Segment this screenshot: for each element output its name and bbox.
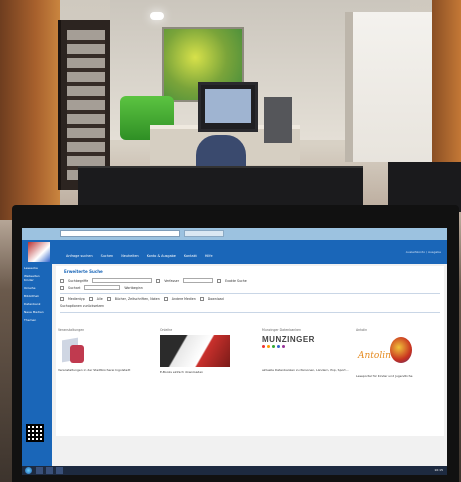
shape [70,345,84,363]
page-title: Erweiterte Suche [64,269,103,274]
sidebar-item[interactable]: Leseecke [22,264,52,272]
checkbox[interactable] [106,297,111,301]
nav-item[interactable]: Kontakt [184,254,197,258]
teaser-munzinger[interactable]: Munzinger Datenbanken MUNZINGER aktuelle… [262,328,352,408]
events-image [58,335,88,365]
teaser-title: Munzinger Datenbanken [262,328,302,332]
search-row-reset: Suchoptionen zurücksetzen [60,304,104,308]
pc-tower [264,97,292,143]
radio-button[interactable] [60,285,64,290]
rooster-icon [390,337,412,363]
munzinger-logo-text: MUNZINGER [262,335,315,344]
munzinger-dots [262,345,322,348]
checkbox[interactable] [60,297,64,301]
sidebar-item[interactable]: Onleihe [22,284,52,292]
browser-tab[interactable] [184,230,224,237]
far-monitor [198,82,258,132]
shape [282,345,285,348]
radio-button[interactable] [60,278,64,283]
wooden-wall-left [0,0,60,220]
teaser-text: E-Books einfach downloaden [160,370,204,374]
shape [262,345,265,348]
main-content: Erweiterte Suche Suchbegriffe Verfasser … [56,266,444,436]
media-icon[interactable] [56,467,63,474]
windows-taskbar: 10:15 [22,466,447,475]
sidebar-item[interactable]: Themen [22,316,52,324]
teaser-title: Antolin [356,328,368,332]
field-label: Medientyp [68,297,85,301]
teaser-antolin[interactable]: Antolin Antolin Leseportal für Kinder un… [356,328,446,408]
field-label: Download [207,297,224,301]
site-header: Anfrage suchen Suchen Neuheiten Konto & … [22,240,447,264]
ceiling-light [150,12,164,20]
nav-item[interactable]: Konto & Ausgabe [147,254,176,258]
window [345,12,433,162]
search-row-terms: Suchbegriffe Verfasser Exakte Suche [60,278,247,283]
checkbox[interactable] [88,297,93,301]
munzinger-logo: MUNZINGER [262,335,322,359]
checkbox[interactable] [217,278,222,283]
explorer-icon[interactable] [46,467,53,474]
checkbox[interactable] [199,297,204,301]
author-input[interactable] [183,278,214,283]
nav-item[interactable]: Suchen [101,254,114,258]
tablet-image [160,335,230,367]
select-value: Wortbeginn [124,285,143,290]
bookshelf [58,20,110,190]
field-label: Andere Medien [171,297,196,301]
search-input[interactable] [92,278,153,283]
browser-toolbar [22,228,447,240]
field-label: Exakte Suche [225,278,247,283]
reset-link[interactable]: Suchoptionen zurücksetzen [60,304,104,308]
header-account-link[interactable]: Ausleihkonto / Ausgabe [406,250,441,254]
teaser-text: Leseportal für Kinder und Jugendliche [356,374,413,378]
teaser-events[interactable]: Veranstaltungen Veranstaltungen in der S… [58,328,148,408]
teaser-onleihe[interactable]: Onleihe E-Books einfach downloaden [160,328,250,408]
divider [60,312,440,313]
divider [60,293,440,294]
address-bar[interactable] [60,230,180,237]
antolin-logo: Antolin [356,335,420,371]
start-button-icon[interactable] [25,467,32,474]
monitor-screen: Anfrage suchen Suchen Neuheiten Konto & … [22,228,447,475]
header-nav: Anfrage suchen Suchen Neuheiten Konto & … [66,254,213,258]
foreground-monitor: Anfrage suchen Suchen Neuheiten Konto & … [12,205,459,482]
field-label: Suchbegriffe [68,278,89,283]
sidebar-item[interactable]: Datenbank [22,300,52,308]
teaser-text: aktuelle Datenbanken zu Personen, Länder… [262,368,349,372]
qr-code [26,424,44,442]
nav-item[interactable]: Hilfe [205,254,213,258]
sidebar-item[interactable]: Bibliothek [22,292,52,300]
teaser-title: Onleihe [160,328,173,332]
search-row-mode: Suchart Wortbeginn [60,285,143,290]
nav-item[interactable]: Anfrage suchen [66,254,93,258]
search-mode-select[interactable] [84,285,121,290]
antolin-logo-text: Antolin [358,351,391,361]
ie-icon[interactable] [36,467,43,474]
teaser-text: Veranstaltungen in der Stadtbücherei Ing… [58,368,131,372]
field-label: Bücher, Zeitschriften, Noten [114,297,160,301]
shape [272,345,275,348]
taskbar-clock: 10:15 [434,468,443,472]
sidebar-item[interactable]: Neue Medien [22,308,52,316]
shape [267,345,270,348]
teaser-title: Veranstaltungen [58,328,85,332]
radio-button[interactable] [156,278,161,283]
field-label: Verfasser [164,278,180,283]
checkbox[interactable] [163,297,168,301]
search-row-media: Medientyp Alle Bücher, Zeitschriften, No… [60,297,224,301]
field-label: Alle [96,297,103,301]
shape [277,345,280,348]
nav-item[interactable]: Neuheiten [121,254,139,258]
sidebar: Leseecke Webseiten Kinder Onleihe Biblio… [22,264,52,475]
field-label: Suchart [68,285,81,290]
library-logo[interactable] [28,242,50,262]
sidebar-item[interactable]: Webseiten Kinder [22,272,52,284]
